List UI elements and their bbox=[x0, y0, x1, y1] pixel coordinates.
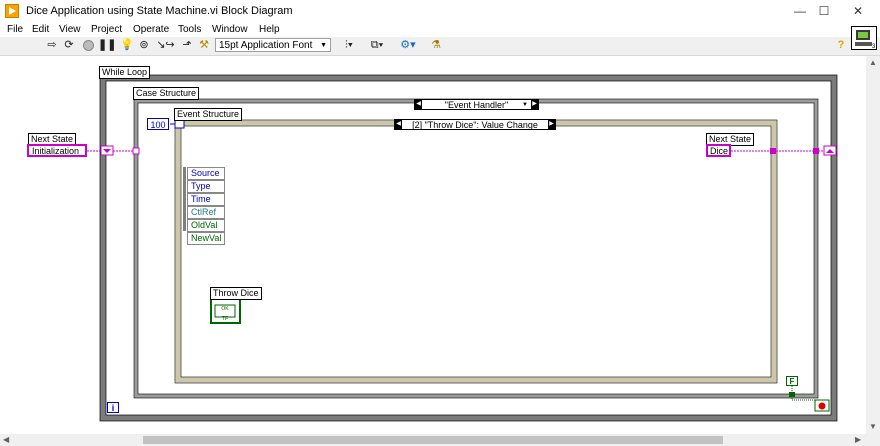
run-arrow-icon[interactable]: ⇨ bbox=[45, 39, 59, 52]
horizontal-scroll-thumb[interactable] bbox=[143, 436, 723, 444]
menu-view[interactable]: View bbox=[59, 24, 81, 35]
event-tunnel-right bbox=[770, 148, 776, 154]
diagram-canvas bbox=[87, 74, 838, 422]
event-data-type[interactable]: Type bbox=[187, 180, 225, 193]
step-out-icon[interactable]: ⬏ bbox=[180, 39, 194, 52]
scroll-right-icon[interactable]: ▶ bbox=[855, 435, 861, 444]
horizontal-scrollbar[interactable]: ◀ ▶ bbox=[0, 434, 866, 446]
close-button[interactable]: ✕ bbox=[836, 0, 880, 22]
event-structure-label: Event Structure bbox=[174, 108, 243, 121]
retain-wire-values-icon[interactable]: ⊚ bbox=[137, 39, 151, 52]
event-decrement-icon[interactable]: ◀ bbox=[395, 120, 402, 129]
menu-edit[interactable]: Edit bbox=[32, 24, 49, 35]
throw-dice-glyph: OK bbox=[221, 306, 229, 312]
block-diagram[interactable]: While Loop Case Structure ◀ "Event Handl… bbox=[0, 56, 866, 434]
font-select-value: 15pt Application Font bbox=[219, 40, 313, 51]
next-state-constant[interactable]: Dice bbox=[706, 144, 731, 157]
clean-up-icon[interactable]: ⚒ bbox=[197, 39, 211, 52]
event-data-source[interactable]: Source bbox=[187, 167, 225, 180]
event-selector[interactable]: ◀ [2] "Throw Dice": Value Change ▶ bbox=[394, 119, 556, 130]
next-state-control[interactable]: Initialization bbox=[27, 144, 87, 157]
run-continuously-icon[interactable]: ⟳ bbox=[62, 39, 76, 52]
event-data-newval[interactable]: NewVal bbox=[187, 232, 225, 245]
vi-icon[interactable]: 3 bbox=[851, 26, 877, 50]
case-selector-value: "Event Handler" bbox=[444, 100, 509, 110]
false-constant[interactable]: F bbox=[786, 376, 798, 386]
menu-tools[interactable]: Tools bbox=[178, 24, 201, 35]
throw-dice-type: TF bbox=[221, 316, 229, 322]
case-tunnel-right bbox=[813, 148, 819, 154]
event-data-node-bar bbox=[183, 167, 186, 231]
scroll-up-icon[interactable]: ▲ bbox=[869, 58, 877, 67]
context-help-icon[interactable]: ? bbox=[834, 39, 848, 52]
menu-operate[interactable]: Operate bbox=[133, 24, 169, 35]
abort-icon[interactable] bbox=[81, 39, 95, 52]
case-decrement-icon[interactable]: ◀ bbox=[415, 100, 422, 109]
menu-file[interactable]: File bbox=[7, 24, 23, 35]
iteration-terminal[interactable]: i bbox=[107, 402, 119, 413]
menu-help[interactable]: Help bbox=[259, 24, 280, 35]
event-increment-icon[interactable]: ▶ bbox=[548, 120, 555, 129]
reorder-icon[interactable]: ⚙▾ bbox=[398, 39, 418, 52]
align-objects-icon[interactable]: ⫶▾ bbox=[339, 39, 359, 52]
event-data-ctlref[interactable]: CtlRef bbox=[187, 206, 225, 219]
event-data-oldval[interactable]: OldVal bbox=[187, 219, 225, 232]
case-selector[interactable]: ◀ "Event Handler" ▼ ▶ bbox=[414, 99, 539, 110]
scroll-left-icon[interactable]: ◀ bbox=[3, 435, 9, 444]
menu-bar: File Edit View Project Operate Tools Win… bbox=[0, 22, 880, 37]
labview-app-icon bbox=[5, 4, 19, 18]
step-over-icon[interactable]: ↪ bbox=[163, 39, 177, 52]
throw-dice-label: Throw Dice bbox=[210, 287, 262, 300]
event-structure-frame bbox=[175, 120, 777, 383]
vertical-scrollbar[interactable]: ▲ ▼ bbox=[866, 56, 880, 434]
vi-icon-graphic: 3 bbox=[855, 30, 876, 50]
chevron-down-icon: ▼ bbox=[320, 42, 327, 49]
menu-project[interactable]: Project bbox=[91, 24, 122, 35]
case-increment-icon[interactable]: ▶ bbox=[531, 100, 538, 109]
clean-diagram-icon[interactable]: ⚗ bbox=[427, 39, 445, 52]
event-selector-value: [2] "Throw Dice": Value Change bbox=[412, 120, 538, 130]
highlight-execution-icon[interactable]: 💡 bbox=[120, 39, 134, 52]
scrollbar-corner bbox=[866, 434, 880, 446]
chevron-down-icon[interactable]: ▼ bbox=[522, 100, 528, 111]
svg-text:3: 3 bbox=[872, 44, 876, 49]
window-title: Dice Application using State Machine.vi … bbox=[26, 5, 293, 17]
distribute-objects-icon[interactable]: ⧉▾ bbox=[367, 39, 387, 52]
title-bar: Dice Application using State Machine.vi … bbox=[0, 0, 880, 23]
while-loop-label: While Loop bbox=[99, 66, 151, 79]
menu-window[interactable]: Window bbox=[212, 24, 248, 35]
event-data-time[interactable]: Time bbox=[187, 193, 225, 206]
event-data-node: Source Type Time CtlRef OldVal NewVal bbox=[187, 167, 225, 245]
case-structure-label: Case Structure bbox=[133, 87, 200, 100]
font-select[interactable]: 15pt Application Font ▼ bbox=[215, 38, 331, 52]
toolbar: ⇨ ⟳ ❚❚ 💡 ⊚ ↘ ↪ ⬏ ⚒ 15pt Application Font… bbox=[0, 37, 880, 56]
scroll-down-icon[interactable]: ▼ bbox=[869, 422, 877, 431]
timeout-constant[interactable]: 100 bbox=[147, 118, 169, 130]
pause-icon[interactable]: ❚❚ bbox=[98, 39, 116, 52]
case-tunnel-left bbox=[132, 147, 140, 155]
